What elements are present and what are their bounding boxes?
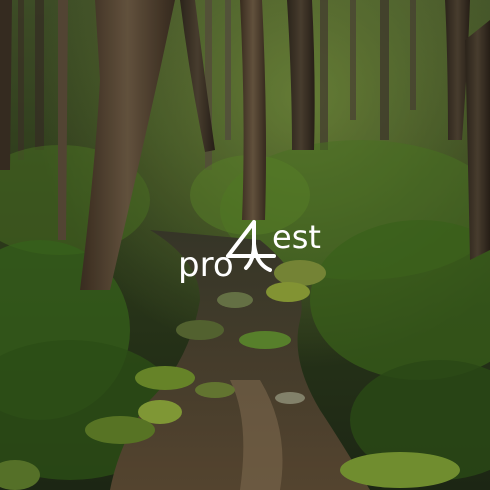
brand-logo: pro 4 est <box>178 214 330 285</box>
logo-mark: pro 4 est <box>178 218 321 285</box>
forest-photo: pro 4 est <box>0 0 490 490</box>
logo-four-glyph <box>226 220 276 272</box>
logo-text-est: est <box>272 218 321 256</box>
logo-text-pro: pro <box>178 245 234 285</box>
